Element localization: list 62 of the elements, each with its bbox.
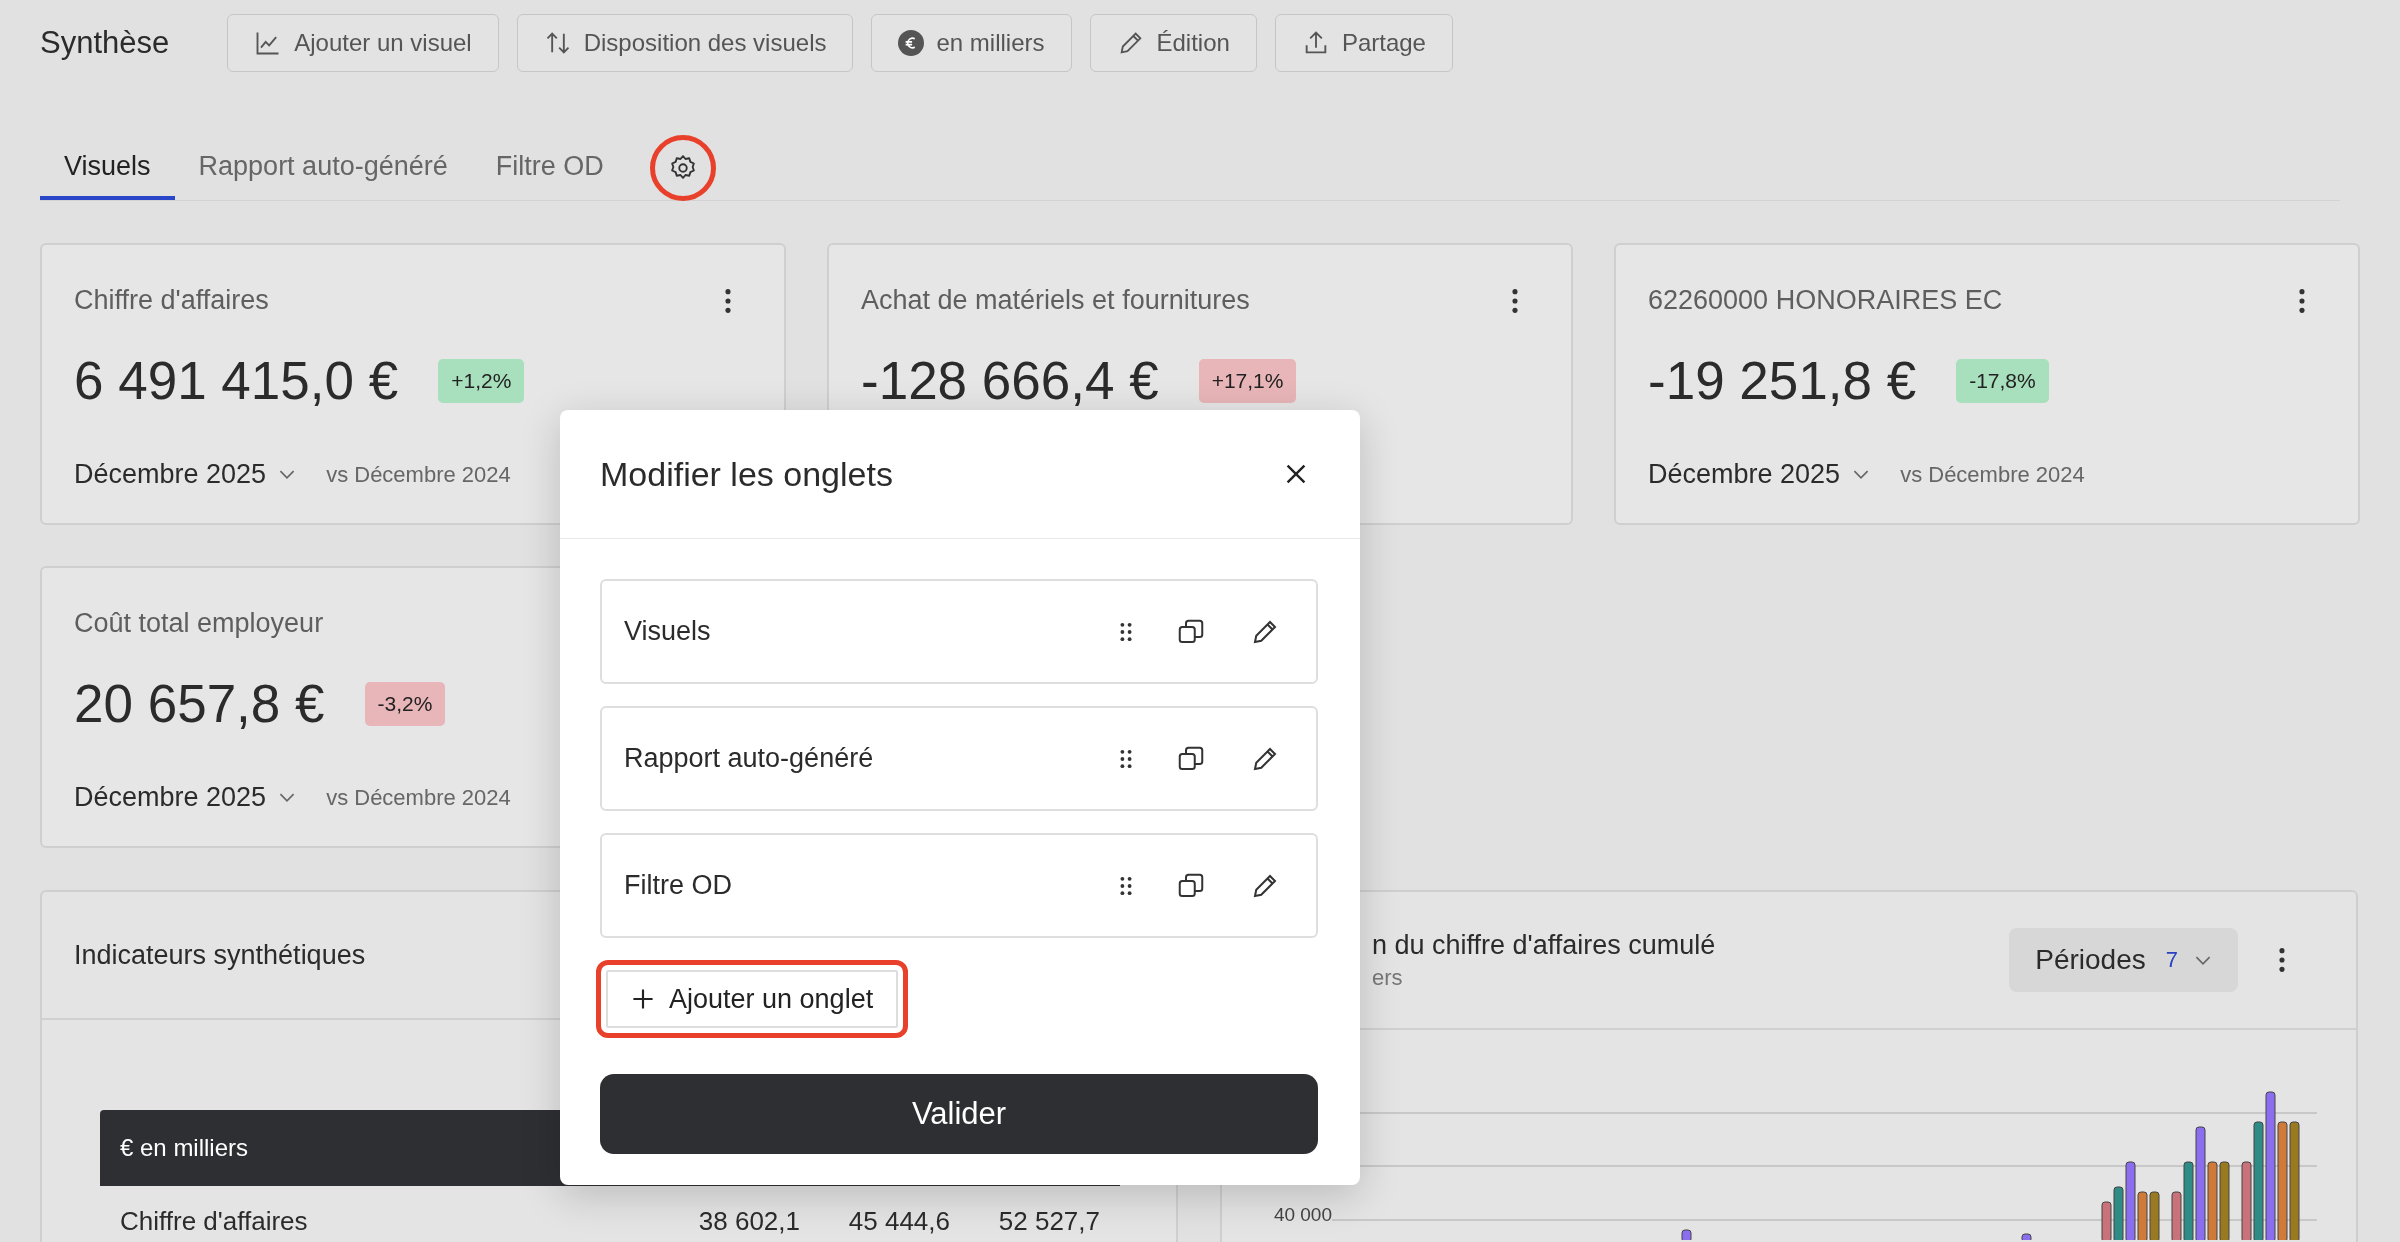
tab[interactable]: Filtre OD [471, 136, 628, 200]
panel-title: Indicateurs synthétiques [74, 939, 366, 971]
chart-bar [2021, 1233, 2032, 1240]
comparison-label: vs Décembre 2024 [326, 461, 511, 488]
period-dropdown[interactable]: Décembre 2025 [74, 782, 297, 813]
add-tab-button[interactable]: Ajouter un onglet [596, 960, 909, 1038]
drag-handle-icon[interactable] [1120, 875, 1132, 896]
kpi-value: 6 491 415,0 € [74, 350, 399, 411]
plus-icon [631, 987, 655, 1011]
comparison-label: vs Décembre 2024 [1900, 461, 2085, 488]
tab[interactable]: Visuels [40, 136, 175, 200]
chart-bar [2149, 1191, 2160, 1240]
tab[interactable]: Rapport auto-généré [174, 136, 472, 200]
card-title: Chiffre d'affaires [74, 285, 269, 316]
chevron-down-icon [278, 792, 297, 803]
toolbar-button[interactable]: en milliers [871, 14, 1072, 72]
table-cell-text: 38 602,1 [697, 1205, 800, 1237]
chevron-down-icon [278, 469, 297, 480]
tab-name: Filtre OD [624, 870, 733, 901]
period-dropdown[interactable]: Décembre 2025 [1648, 459, 1871, 490]
dialog-title: Modifier les onglets [600, 454, 893, 494]
change-badge: -17,8% [1956, 358, 2049, 403]
more-icon[interactable] [2278, 946, 2286, 974]
table-cell-text: 45 444,6 [847, 1205, 950, 1237]
card-title: Achat de matériels et fournitures [861, 285, 1250, 316]
chart-bar [1681, 1229, 1692, 1240]
chevron-down-icon [2194, 954, 2212, 966]
kpi-value: -128 666,4 € [861, 350, 1159, 411]
card-title: 62260000 HONORAIRES EC [1648, 285, 2003, 316]
euro-icon [898, 30, 925, 56]
table-cell-text: Chiffre d'affaires [120, 1205, 309, 1237]
tab-name: Rapport auto-généré [624, 743, 875, 774]
drag-handle-icon[interactable] [1120, 621, 1132, 642]
change-badge: -3,2% [364, 681, 446, 726]
more-icon[interactable] [724, 286, 732, 315]
comparison-label: vs Décembre 2024 [326, 784, 511, 811]
kpi-value: 20 657,8 € [74, 673, 325, 734]
chart-bar [2101, 1201, 2112, 1240]
submit-button[interactable]: Valider [600, 1074, 1318, 1154]
column-header: € en milliers [120, 1134, 249, 1162]
chart-subtitle: ers [1372, 964, 1404, 991]
change-badge: +17,1% [1198, 358, 1297, 403]
close-icon[interactable] [1284, 462, 1308, 486]
toolbar-button[interactable]: Partage [1274, 14, 1453, 72]
more-icon[interactable] [1511, 286, 1519, 315]
table-cell-text: 52 527,7 [997, 1205, 1100, 1237]
period-dropdown[interactable]: Décembre 2025 [74, 459, 297, 490]
toolbar-button[interactable]: Disposition des visuels [516, 14, 854, 72]
chart-title: n du chiffre d'affaires cumulé [1372, 929, 1717, 961]
page-title: Synthèse [40, 25, 170, 61]
kpi-value: -19 251,8 € [1648, 350, 1917, 411]
periods-dropdown[interactable]: Périodes 7 [2009, 928, 2238, 992]
more-icon[interactable] [2298, 286, 2306, 315]
axis-tick-label: 40 000 [1272, 1204, 1332, 1227]
settings-button[interactable] [649, 135, 716, 201]
change-badge: +1,2% [438, 358, 525, 403]
card-title: Coût total employeur [74, 608, 324, 639]
toolbar-button[interactable]: Ajouter un visuel [227, 14, 499, 72]
toolbar-button[interactable]: Édition [1089, 14, 1257, 72]
drag-handle-icon[interactable] [1120, 748, 1132, 769]
tab-name: Visuels [624, 616, 712, 647]
chevron-down-icon [1852, 469, 1871, 480]
